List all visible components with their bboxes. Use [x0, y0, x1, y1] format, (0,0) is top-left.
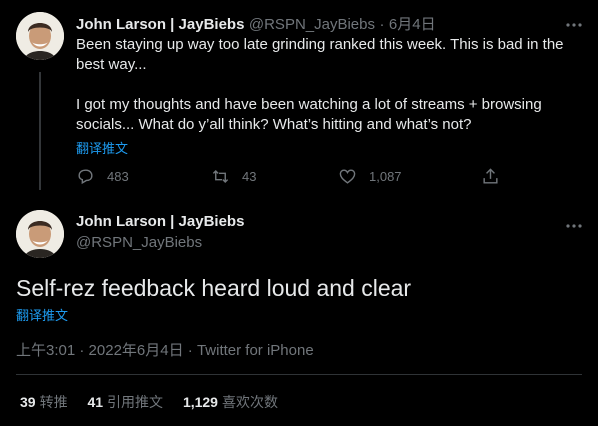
avatar-image [16, 12, 64, 60]
retweet-icon [212, 169, 229, 184]
main-tweet-text: Self-rez feedback heard loud and clear [16, 275, 412, 301]
quotes-label: 引用推文 [107, 394, 164, 410]
separator: · [79, 342, 85, 359]
tweet-text-line: I got my thoughts and have been watching… [76, 96, 542, 113]
tweet-source[interactable]: Twitter for iPhone [197, 342, 314, 359]
separator: · [187, 342, 193, 359]
heart-icon [339, 169, 356, 184]
tweet-text-line: Been staying up way too late grinding ra… [76, 36, 564, 53]
quotes-count: 41 [87, 394, 104, 410]
tweet-time[interactable]: 上午3:01 [16, 342, 75, 359]
avatar-image [16, 210, 64, 258]
avatar[interactable] [16, 210, 64, 258]
retweet-button[interactable]: 43 [211, 167, 256, 186]
reply-count: 483 [107, 169, 129, 184]
retweets-count: 39 [20, 394, 36, 410]
author-handle[interactable]: @RSPN_JayBiebs [249, 16, 375, 33]
translate-link[interactable]: 翻译推文 [16, 305, 68, 324]
reply-button[interactable]: 483 [76, 167, 129, 186]
share-button[interactable] [481, 167, 500, 186]
tweet-date[interactable]: 6月4日 [389, 16, 436, 33]
tweet-date[interactable]: 2022年6月4日 [89, 342, 184, 359]
retweets-stat[interactable]: 39 转推 [20, 394, 71, 410]
like-button[interactable]: 1,087 [338, 167, 402, 186]
more-icon[interactable] [566, 17, 582, 28]
tweet-text-line: best way... [76, 56, 147, 73]
author-name[interactable]: John Larson | JayBiebs [76, 16, 244, 33]
tweet-meta: 上午3:01 · 2022年6月4日 · Twitter for iPhone [16, 339, 314, 360]
divider [16, 374, 582, 375]
separator: · [379, 16, 385, 33]
thread-line [39, 72, 41, 190]
likes-label: 喜欢次数 [221, 394, 278, 410]
author-name[interactable]: John Larson | JayBiebs [76, 213, 244, 230]
engagement-stats: 39 转推 41 引用推文 1,129 喜欢次数 [20, 392, 278, 412]
author-handle[interactable]: @RSPN_JayBiebs [76, 234, 202, 251]
like-count: 1,087 [369, 169, 402, 184]
likes-count: 1,129 [182, 394, 218, 410]
share-icon [483, 168, 498, 184]
translate-link[interactable]: 翻译推文 [76, 138, 128, 157]
quotes-stat[interactable]: 41 引用推文 [87, 394, 166, 410]
tweet1-header: John Larson | JayBiebs @RSPN_JayBiebs · … [76, 13, 436, 34]
more-icon[interactable] [566, 218, 582, 229]
tweet-text-line: socials... What do y’all think? What’s h… [76, 116, 472, 133]
reply-icon [78, 169, 93, 185]
tweet1-text: Been staying up way too late grinding ra… [76, 35, 576, 135]
likes-stat[interactable]: 1,129 喜欢次数 [183, 394, 278, 410]
avatar[interactable] [16, 12, 64, 60]
retweets-label: 转推 [39, 394, 68, 410]
retweet-count: 43 [242, 169, 257, 184]
